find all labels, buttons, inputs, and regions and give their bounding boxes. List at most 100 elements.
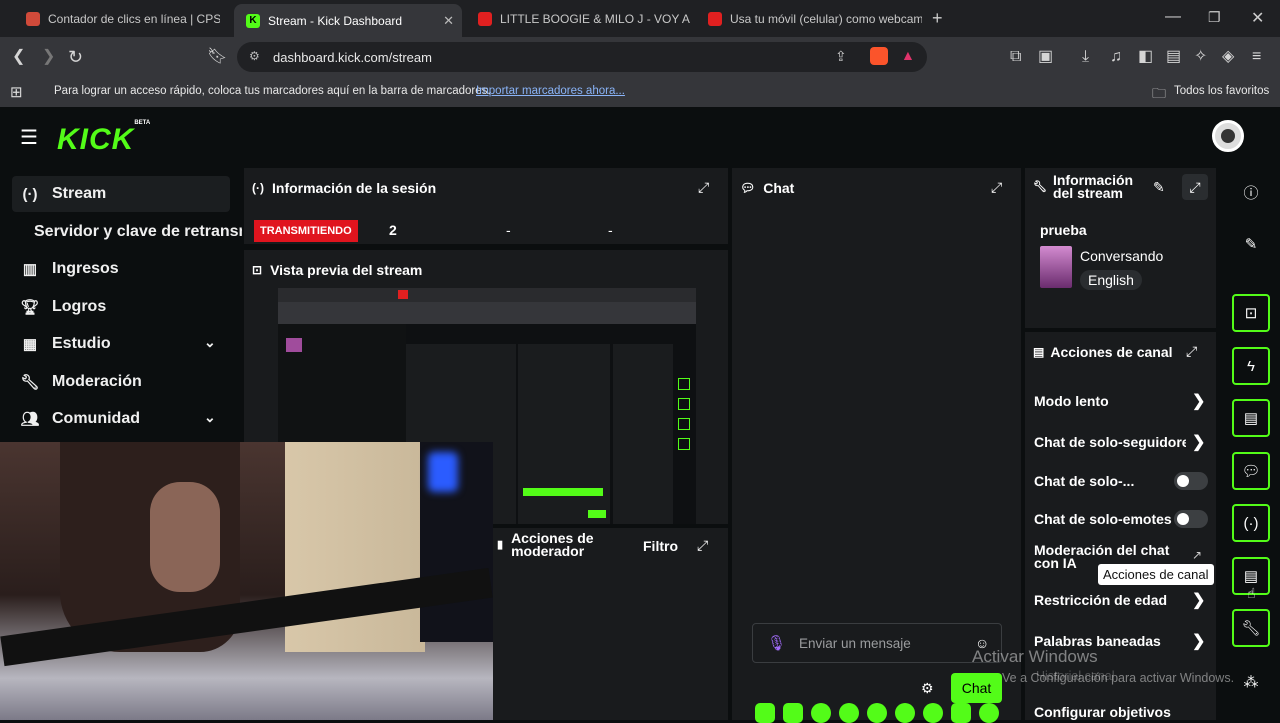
emote-icon[interactable] xyxy=(755,703,775,723)
apps-grid-icon[interactable]: ⊞ xyxy=(10,83,23,101)
chat-title: Chat xyxy=(763,180,795,196)
broadcast-icon[interactable]: (·) xyxy=(1232,504,1270,542)
sidebar-icon[interactable]: ◧ xyxy=(1138,46,1153,68)
new-tab-icon[interactable]: + xyxy=(932,8,943,29)
address-bar[interactable]: ⚙︎ dashboard.kick.com/stream ⇪ ▲ xyxy=(237,42,927,72)
tab-kick-dashboard[interactable]: K Stream - Kick Dashboard ✕ xyxy=(234,4,462,37)
microphone-icon[interactable]: 🎙︎ xyxy=(767,634,786,652)
tab-webcam-video[interactable]: Usa tu móvil (celular) como webcam xyxy=(696,4,922,33)
close-window-icon[interactable]: ✕ xyxy=(1251,8,1264,28)
emote-icon[interactable] xyxy=(839,703,859,723)
stream-category: Conversando xyxy=(1080,248,1164,264)
lightning-icon[interactable]: ϟ xyxy=(1232,347,1270,385)
minimize-icon[interactable]: — xyxy=(1165,8,1181,26)
chevron-down-icon[interactable]: ⌄ xyxy=(204,334,216,351)
chevron-right-icon[interactable]: ❯ xyxy=(1192,631,1205,651)
menu-icon[interactable]: ≡ xyxy=(1252,46,1261,68)
chevron-down-icon[interactable]: ⌄ xyxy=(204,409,216,426)
sidebar-item-label: Stream xyxy=(52,185,107,202)
session-stat: - xyxy=(608,222,613,238)
share-icon[interactable]: ⇪ xyxy=(835,48,847,65)
extensions-icon[interactable]: ⧉ xyxy=(1010,46,1021,68)
sidebar-item-logros[interactable]: 🏆︎ Logros xyxy=(12,289,230,325)
goals-row[interactable]: Configurar objetivos xyxy=(1034,704,1171,720)
chat-bubble-icon[interactable]: 💬︎ xyxy=(1232,452,1270,490)
sidebar-item-comunidad[interactable]: 👥︎ Comunidad ⌄ xyxy=(12,401,230,437)
filter-button[interactable]: Filtro xyxy=(643,538,678,554)
chat-placeholder: Enviar un mensaje xyxy=(799,636,911,651)
sidebar-item-estudio[interactable]: ▦ Estudio ⌄ xyxy=(12,326,230,362)
chat-settings-icon[interactable]: ⚙︎ xyxy=(921,680,934,697)
chat-send-button[interactable]: Chat xyxy=(951,673,1002,703)
chevron-right-icon[interactable]: ❯ xyxy=(1192,590,1205,610)
kick-dashboard: ☰ KICKBETA (·) Stream Servidor y clave de… xyxy=(0,107,1280,723)
brave-shield-icon[interactable] xyxy=(870,47,888,65)
stream-title: prueba xyxy=(1040,222,1087,238)
tab-cps-counter[interactable]: Contador de clics en línea | CPS Chec xyxy=(14,4,220,33)
brave-rewards-icon[interactable]: ▲ xyxy=(901,47,915,63)
notes-icon[interactable]: ▤ xyxy=(1232,399,1270,437)
info-icon[interactable]: ⓘ xyxy=(1232,173,1270,211)
forward-icon[interactable]: ❯ xyxy=(42,46,55,68)
wallet2-icon[interactable]: ▤ xyxy=(1166,46,1181,68)
age-restriction-row[interactable]: Restricción de edad xyxy=(1034,592,1167,608)
panel-header: 💬︎ Chat xyxy=(740,180,794,196)
expand-icon[interactable]: ⤢ xyxy=(697,537,708,554)
download-icon[interactable]: ⤓ xyxy=(1082,46,1089,68)
chevron-right-icon[interactable]: ❯ xyxy=(1192,432,1205,452)
studio-icon: ▦ xyxy=(22,336,38,353)
leo-ai-icon[interactable]: ✧ xyxy=(1194,46,1207,68)
close-tab-icon[interactable]: ✕ xyxy=(443,13,454,29)
chat-input[interactable]: 🎙︎ Enviar un mensaje ☺ xyxy=(752,623,1002,663)
bookmark-icon[interactable]: 🔖︎ xyxy=(207,46,227,68)
sidebar-item-ingresos[interactable]: ▥ Ingresos xyxy=(12,251,230,287)
emote-icon[interactable] xyxy=(951,703,971,723)
tab-title: LITTLE BOOGIE & MILO J - VOY A DIS xyxy=(500,11,692,26)
youtube-favicon xyxy=(478,11,492,26)
site-settings-icon[interactable]: ⚙︎ xyxy=(249,49,260,63)
wallet-icon[interactable]: ▣ xyxy=(1038,46,1053,68)
chevron-right-icon[interactable]: ❯ xyxy=(1192,391,1205,411)
tooltip: Acciones de canal xyxy=(1098,564,1214,585)
external-link-icon[interactable]: ↗ xyxy=(1192,548,1202,562)
emotes-only-toggle[interactable] xyxy=(1174,510,1208,528)
emote-icon[interactable] xyxy=(923,703,943,723)
sidebar-item-stream[interactable]: (·) Stream xyxy=(12,176,230,212)
expand-icon[interactable]: ⤢ xyxy=(991,179,1002,196)
tab-youtube-video[interactable]: LITTLE BOOGIE & MILO J - VOY A DIS xyxy=(466,4,692,33)
expand-icon[interactable]: ⤢ xyxy=(1186,343,1197,360)
preview-toggle-icon[interactable]: ⊡ xyxy=(1232,294,1270,332)
vpn-icon[interactable]: ◈ xyxy=(1222,46,1234,68)
community-icon[interactable]: ⁂ xyxy=(1232,663,1270,701)
avatar[interactable] xyxy=(1212,120,1244,152)
followers-only-row[interactable]: Chat de solo-seguidores xyxy=(1034,434,1186,450)
import-bookmarks-link[interactable]: Importar marcadores ahora... xyxy=(476,85,625,97)
subscribers-only-toggle[interactable] xyxy=(1174,472,1208,490)
wrench-icon[interactable]: 🔧︎ xyxy=(1232,609,1270,647)
expand-icon[interactable]: ⤢ xyxy=(698,179,709,196)
panel-header: ▮ Acciones de moderador xyxy=(497,531,617,558)
edit-pencil-icon[interactable]: ✎ xyxy=(1153,179,1165,196)
maximize-icon[interactable]: ❐ xyxy=(1208,9,1221,26)
emote-icon[interactable] xyxy=(867,703,887,723)
reload-icon[interactable]: ↻ xyxy=(68,46,83,68)
kick-logo[interactable]: KICKBETA xyxy=(57,120,150,157)
emote-icon[interactable] xyxy=(783,703,803,723)
sidebar-item-server-key[interactable]: Servidor y clave de retransmisión xyxy=(12,214,242,250)
music-icon[interactable]: ♫ xyxy=(1110,46,1122,68)
tab-title: Usa tu móvil (celular) como webcam xyxy=(730,11,922,26)
emote-icon[interactable] xyxy=(979,703,999,723)
hamburger-menu-icon[interactable]: ☰ xyxy=(20,125,38,150)
tab-title: Contador de clics en línea | CPS Chec xyxy=(48,11,220,26)
back-icon[interactable]: ❮ xyxy=(12,46,25,68)
expand-icon[interactable]: ⤢ xyxy=(1182,174,1208,200)
sidebar-item-moderacion[interactable]: 🔧︎ Moderación xyxy=(12,364,230,400)
emote-icon[interactable] xyxy=(811,703,831,723)
overlay-text: Historial canal xyxy=(1036,669,1115,683)
edit-pencil-icon[interactable]: ✎ xyxy=(1232,225,1270,263)
all-bookmarks[interactable]: Todos los favoritos xyxy=(1174,85,1269,97)
slow-mode-row[interactable]: Modo lento xyxy=(1034,393,1109,409)
broadcast-icon: (·) xyxy=(252,181,264,195)
bookmarks-hint: Para lograr un acceso rápido, coloca tus… xyxy=(54,85,491,97)
emote-icon[interactable] xyxy=(895,703,915,723)
